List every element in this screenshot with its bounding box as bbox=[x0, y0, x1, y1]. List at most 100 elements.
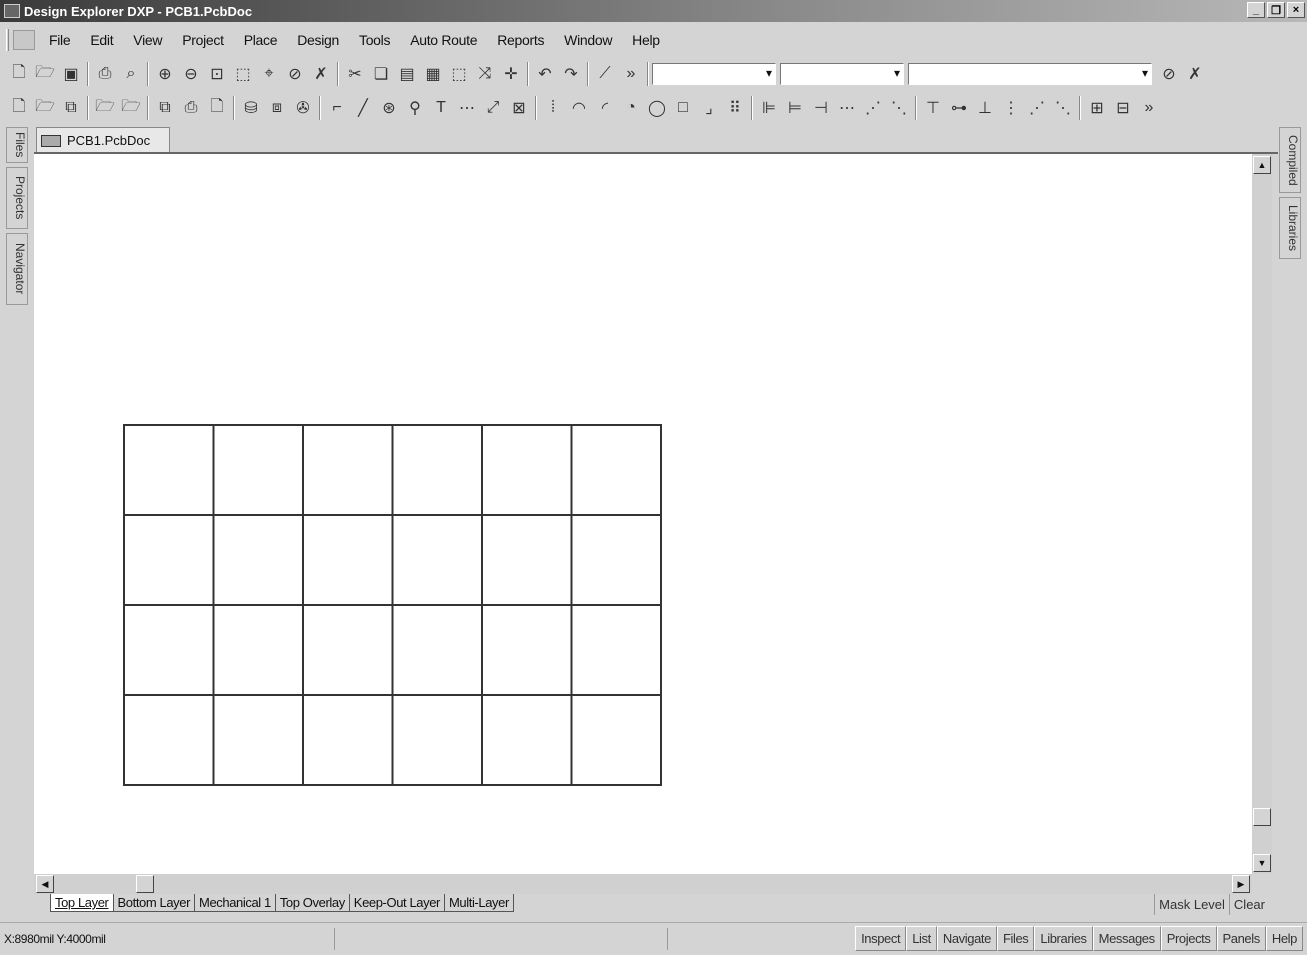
panel-button-navigate[interactable]: Navigate bbox=[936, 926, 997, 951]
align-bottom-icon[interactable]: ⊥ bbox=[972, 95, 998, 121]
layer-tab-top[interactable]: Top Layer bbox=[50, 894, 114, 912]
panel-tab-compiled[interactable]: Compiled bbox=[1279, 127, 1301, 193]
line-icon[interactable]: ╱ bbox=[350, 95, 376, 121]
print-preview-icon[interactable]: ⌕ bbox=[118, 61, 144, 87]
combo-one[interactable] bbox=[652, 63, 776, 85]
arc-edge-icon[interactable]: ◜ bbox=[592, 95, 618, 121]
zoom-out-icon[interactable]: ⊖ bbox=[178, 61, 204, 87]
menu-window[interactable]: Window bbox=[564, 32, 612, 48]
spacing-v-dec-icon[interactable]: ⋱ bbox=[1050, 95, 1076, 121]
zoom-selected-icon[interactable]: ⌖ bbox=[256, 61, 282, 87]
scroll-left-icon[interactable]: ◀ bbox=[36, 875, 54, 893]
keepout-icon[interactable]: ⊠ bbox=[506, 95, 532, 121]
undo-icon[interactable]: ↶ bbox=[532, 61, 558, 87]
document-tab[interactable]: PCB1.PcbDoc bbox=[36, 127, 170, 153]
panel-button-inspect[interactable]: Inspect bbox=[855, 926, 907, 951]
panel-tab-navigator[interactable]: Navigator bbox=[6, 233, 28, 305]
pcb-doc-icon[interactable]: ⎙ bbox=[178, 95, 204, 121]
align-top-icon[interactable]: ⊤ bbox=[920, 95, 946, 121]
layer-tab-top-overlay[interactable]: Top Overlay bbox=[274, 894, 350, 912]
via-icon[interactable]: ⚲ bbox=[402, 95, 428, 121]
close-button[interactable]: × bbox=[1287, 2, 1305, 18]
layer-tab-keepout[interactable]: Keep-Out Layer bbox=[348, 894, 445, 912]
filter-icon[interactable]: ⊘ bbox=[282, 61, 308, 87]
scroll-thumb-horizontal[interactable] bbox=[136, 875, 154, 893]
toolbar2-overflow-icon[interactable]: » bbox=[1136, 95, 1162, 121]
spacing-h-dec-icon[interactable]: ⋱ bbox=[886, 95, 912, 121]
tools-icon[interactable]: ✇ bbox=[290, 95, 316, 121]
route-icon[interactable]: ⟋ bbox=[592, 61, 618, 87]
paste-icon[interactable]: ▤ bbox=[394, 61, 420, 87]
interactive-route-icon[interactable]: ⌐ bbox=[324, 95, 350, 121]
redo-icon[interactable]: ↷ bbox=[558, 61, 584, 87]
align-right-icon[interactable]: ⊣ bbox=[808, 95, 834, 121]
combo-two[interactable] bbox=[780, 63, 904, 85]
panel-tab-libraries[interactable]: Libraries bbox=[1279, 197, 1301, 259]
open-folder-icon[interactable]: 🗁 bbox=[32, 61, 58, 87]
polygon-icon[interactable]: ⌟ bbox=[696, 95, 722, 121]
align-middle-icon[interactable]: ⊶ bbox=[946, 95, 972, 121]
cut-icon[interactable]: ✂ bbox=[342, 61, 368, 87]
component-icon[interactable]: ⧈ bbox=[264, 95, 290, 121]
align-center-icon[interactable]: ⊨ bbox=[782, 95, 808, 121]
new-doc-icon[interactable]: 🗋 bbox=[6, 95, 32, 121]
copy-icon[interactable]: ❏ bbox=[368, 61, 394, 87]
horizontal-scrollbar[interactable]: ◀ ▶ bbox=[34, 874, 1252, 894]
array-icon[interactable]: ⠿ bbox=[722, 95, 748, 121]
layer-tab-bottom[interactable]: Bottom Layer bbox=[112, 894, 196, 912]
spacing-h-inc-icon[interactable]: ⋰ bbox=[860, 95, 886, 121]
room-rect-icon[interactable]: ⊟ bbox=[1110, 95, 1136, 121]
menu-place[interactable]: Place bbox=[244, 32, 278, 48]
vertical-scrollbar[interactable]: ▲ ▼ bbox=[1252, 154, 1272, 874]
new-file-icon[interactable]: 🗋 bbox=[6, 61, 32, 87]
circle-icon[interactable]: ◯ bbox=[644, 95, 670, 121]
pad-icon[interactable]: ⊛ bbox=[376, 95, 402, 121]
panel-button-panels[interactable]: Panels bbox=[1216, 926, 1266, 951]
layer-tab-mechanical[interactable]: Mechanical 1 bbox=[194, 894, 276, 912]
menu-edit[interactable]: Edit bbox=[90, 32, 113, 48]
panel-tab-projects[interactable]: Projects bbox=[6, 167, 28, 229]
print-icon[interactable]: ⎙ bbox=[92, 61, 118, 87]
coordinate-icon[interactable]: ⋯ bbox=[454, 95, 480, 121]
bus-icon[interactable]: ⦙ bbox=[540, 95, 566, 121]
arc-center-icon[interactable]: ◠ bbox=[566, 95, 592, 121]
project-icon[interactable]: ⧉ bbox=[58, 95, 84, 121]
distribute-h-icon[interactable]: ⋯ bbox=[834, 95, 860, 121]
cross-select-icon[interactable]: ✛ bbox=[498, 61, 524, 87]
restore-button[interactable]: ❐ bbox=[1267, 2, 1285, 18]
document-menu-icon[interactable] bbox=[13, 30, 35, 50]
scroll-down-icon[interactable]: ▼ bbox=[1253, 854, 1271, 872]
menu-design[interactable]: Design bbox=[297, 32, 339, 48]
fill-icon[interactable]: □ bbox=[670, 95, 696, 121]
menu-file[interactable]: File bbox=[49, 32, 71, 48]
room-icon[interactable]: ⊞ bbox=[1084, 95, 1110, 121]
schematic-icon[interactable]: ⧉ bbox=[152, 95, 178, 121]
toolbar-overflow-icon[interactable]: » bbox=[618, 61, 644, 87]
panel-button-messages[interactable]: Messages bbox=[1092, 926, 1161, 951]
panel-button-files[interactable]: Files bbox=[996, 926, 1035, 951]
panel-button-projects[interactable]: Projects bbox=[1160, 926, 1217, 951]
clear-filter-icon[interactable]: ✗ bbox=[308, 61, 334, 87]
menu-tools[interactable]: Tools bbox=[359, 32, 390, 48]
layer-tab-multi[interactable]: Multi-Layer bbox=[443, 894, 514, 912]
zoom-area-icon[interactable]: ⬚ bbox=[230, 61, 256, 87]
save-icon[interactable]: ▣ bbox=[58, 61, 84, 87]
menu-grip[interactable] bbox=[6, 29, 9, 51]
zoom-in-icon[interactable]: ⊕ bbox=[152, 61, 178, 87]
align-left-icon[interactable]: ⊫ bbox=[756, 95, 782, 121]
rubber-stamp-icon[interactable]: ▦ bbox=[420, 61, 446, 87]
apply-filter-icon[interactable]: ⊘ bbox=[1156, 61, 1182, 87]
clear-button[interactable]: Clear bbox=[1228, 894, 1269, 915]
scroll-right-icon[interactable]: ▶ bbox=[1232, 875, 1250, 893]
minimize-button[interactable]: _ bbox=[1247, 2, 1265, 18]
arc-any-icon[interactable]: ◔ bbox=[618, 95, 644, 121]
mask-level-button[interactable]: Mask Level bbox=[1154, 894, 1229, 915]
zoom-fit-icon[interactable]: ⊡ bbox=[204, 61, 230, 87]
scroll-thumb-vertical[interactable] bbox=[1253, 808, 1271, 826]
panel-tab-files[interactable]: Files bbox=[6, 127, 28, 163]
pcb-canvas[interactable] bbox=[34, 154, 1252, 874]
panel-button-list[interactable]: List bbox=[906, 926, 937, 951]
menu-view[interactable]: View bbox=[133, 32, 162, 48]
menu-project[interactable]: Project bbox=[182, 32, 224, 48]
reset-filter-icon[interactable]: ✗ bbox=[1182, 61, 1208, 87]
